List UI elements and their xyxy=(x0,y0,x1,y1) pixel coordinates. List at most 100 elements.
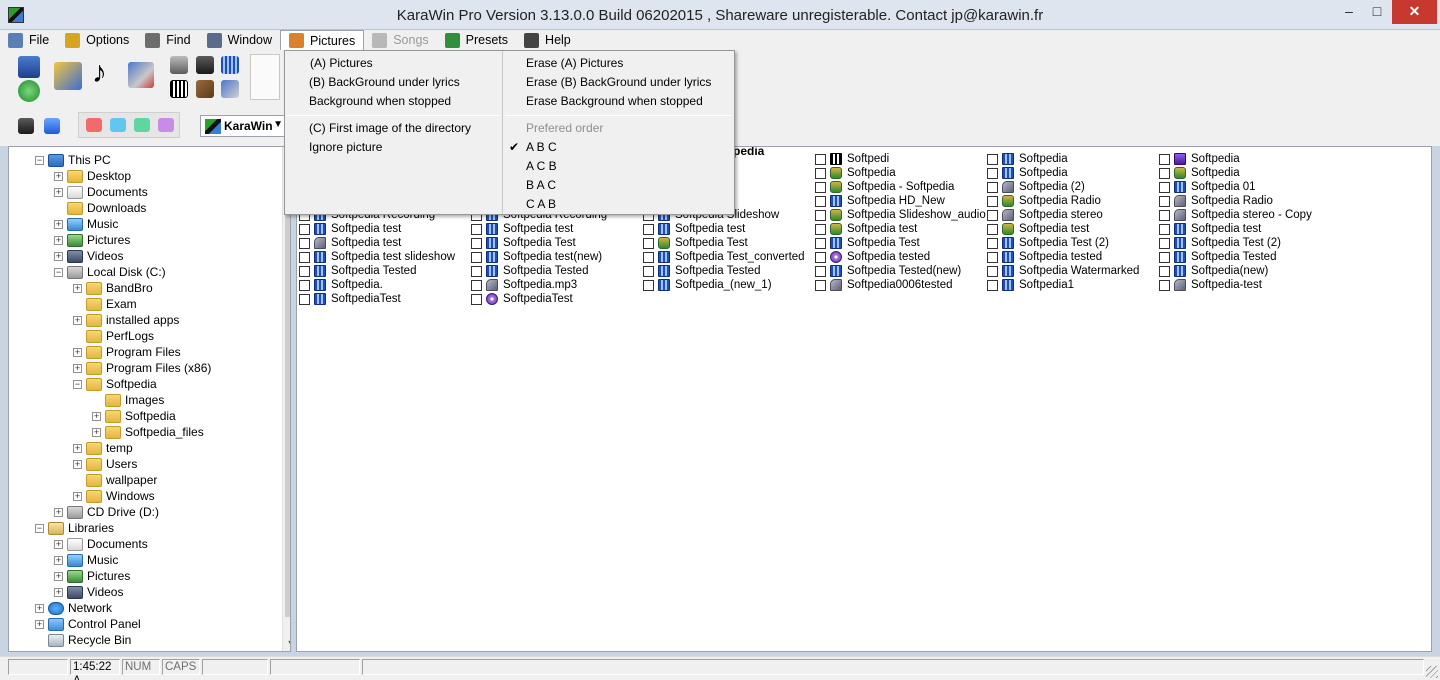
song-checkbox[interactable] xyxy=(643,279,654,291)
song-item[interactable]: Softpedia xyxy=(987,152,1068,166)
song-checkbox[interactable] xyxy=(1159,251,1170,263)
tree-item[interactable]: + Network xyxy=(35,600,112,616)
expand-icon[interactable]: + xyxy=(73,363,82,373)
song-item[interactable]: Softpedia stereo xyxy=(987,208,1103,222)
menu-pictures[interactable]: Pictures xyxy=(280,30,365,50)
tree-scrollbar[interactable]: ▲ ▼ xyxy=(282,147,290,651)
song-item[interactable]: Softpedia Slideshow_audio xyxy=(815,208,986,222)
song-item[interactable]: Softpedia test xyxy=(299,222,401,236)
song-checkbox[interactable] xyxy=(643,223,654,235)
song-item[interactable]: Softpedia Watermarked xyxy=(987,264,1139,278)
song-item[interactable]: Softpedia Tested xyxy=(1159,250,1276,264)
music-note-icon[interactable]: ♪ xyxy=(92,58,114,90)
tree-item[interactable]: + temp xyxy=(73,440,133,456)
song-checkbox[interactable] xyxy=(643,251,654,263)
close-button[interactable]: ✕ xyxy=(1392,0,1437,24)
menu-options[interactable]: Options xyxy=(57,30,137,50)
tools-icon[interactable] xyxy=(128,62,154,88)
tree-item[interactable]: − Softpedia xyxy=(73,376,157,392)
song-item[interactable]: Softpedia test xyxy=(643,222,745,236)
scissors-icon[interactable] xyxy=(196,56,214,74)
song-checkbox[interactable] xyxy=(815,181,826,193)
expand-icon[interactable]: + xyxy=(54,219,63,229)
expand-icon[interactable]: + xyxy=(54,555,63,565)
expand-icon[interactable]: + xyxy=(73,347,82,357)
song-item[interactable]: Softpedia test slideshow xyxy=(299,250,455,264)
song-item[interactable]: Softpedia xyxy=(987,166,1068,180)
tree-item[interactable]: + Program Files (x86) xyxy=(73,360,211,376)
expand-icon[interactable]: + xyxy=(54,587,63,597)
tree-item[interactable]: + Pictures xyxy=(54,568,130,584)
song-checkbox[interactable] xyxy=(299,237,310,249)
tree-item[interactable]: + Control Panel xyxy=(35,616,141,632)
minimize-button[interactable]: – xyxy=(1335,0,1363,24)
song-checkbox[interactable] xyxy=(643,237,654,249)
pictures-menu-item[interactable]: (B) BackGround under lyrics xyxy=(309,73,460,92)
song-item[interactable]: Softpedia0006tested xyxy=(815,278,953,292)
tree-item[interactable]: Recycle Bin xyxy=(35,632,131,648)
tree-item[interactable]: + BandBro xyxy=(73,280,153,296)
song-item[interactable]: Softpedia Tested xyxy=(299,264,416,278)
refresh-icon[interactable] xyxy=(18,80,40,102)
song-item[interactable]: Softpedia test xyxy=(815,222,917,236)
song-checkbox[interactable] xyxy=(987,167,998,179)
song-item[interactable]: Softpedia xyxy=(1159,166,1240,180)
tree-item[interactable]: + Users xyxy=(73,456,137,472)
song-item[interactable]: SoftpediaTest xyxy=(471,292,573,306)
song-checkbox[interactable] xyxy=(1159,167,1170,179)
expand-icon[interactable]: + xyxy=(54,571,63,581)
tree-item[interactable]: Exam xyxy=(73,296,137,312)
song-checkbox[interactable] xyxy=(1159,195,1170,207)
song-checkbox[interactable] xyxy=(987,195,998,207)
tree-item[interactable]: + Desktop xyxy=(54,168,131,184)
song-item[interactable]: Softpedia Test xyxy=(815,236,920,250)
song-item[interactable]: Softpedia tested xyxy=(815,250,930,264)
song-item[interactable]: Softpedia.mp3 xyxy=(471,278,577,292)
pictures-menu-item[interactable]: C A B xyxy=(526,195,556,214)
song-checkbox[interactable] xyxy=(815,279,826,291)
song-item[interactable]: Softpedia Test xyxy=(471,236,576,250)
song-checkbox[interactable] xyxy=(987,251,998,263)
song-checkbox[interactable] xyxy=(1159,153,1170,165)
pictures-menu-item[interactable]: Erase Background when stopped xyxy=(526,92,703,111)
song-item[interactable]: Softpedia_(new_1) xyxy=(643,278,772,292)
pictures-menu-item[interactable]: A C B xyxy=(526,157,557,176)
folder-tree[interactable]: Recycle Bin + Control Panel + Network + Videos… xyxy=(8,146,291,652)
song-checkbox[interactable] xyxy=(299,293,310,305)
collapse-icon[interactable]: − xyxy=(54,267,63,277)
song-checkbox[interactable] xyxy=(815,251,826,263)
song-item[interactable]: Softpedia HD_New xyxy=(815,194,945,208)
pictures-menu-item[interactable]: Ignore picture xyxy=(309,138,382,157)
tree-item[interactable]: Downloads xyxy=(54,200,146,216)
expand-icon[interactable]: + xyxy=(73,315,82,325)
calendar-icon[interactable] xyxy=(44,118,60,134)
song-item[interactable]: Softpedia xyxy=(815,166,896,180)
song-item[interactable]: Softpedia. xyxy=(299,278,383,292)
song-item[interactable]: Softpedia Tested xyxy=(643,264,760,278)
scrollbar-thumb[interactable] xyxy=(285,167,290,617)
song-checkbox[interactable] xyxy=(299,265,310,277)
tree-item[interactable]: + Windows xyxy=(73,488,155,504)
karaoke-engine-select[interactable]: KaraWin ▼ xyxy=(200,115,286,137)
song-item[interactable]: Softpedia stereo - Copy xyxy=(1159,208,1312,222)
tree-item[interactable]: PerfLogs xyxy=(73,328,154,344)
song-checkbox[interactable] xyxy=(815,195,826,207)
pictures-menu-item[interactable]: ✔ A B C xyxy=(509,138,557,157)
pictures-menu-item[interactable]: Background when stopped xyxy=(309,92,451,111)
expand-icon[interactable]: + xyxy=(54,187,63,197)
menu-window[interactable]: Window xyxy=(199,30,280,50)
pictures-menu-item[interactable]: (C) First image of the directory xyxy=(309,119,471,138)
settings-tool-icon[interactable] xyxy=(221,80,239,98)
expand-icon[interactable]: + xyxy=(73,491,82,501)
tree-item[interactable]: + Documents xyxy=(54,184,148,200)
piano-icon[interactable] xyxy=(170,80,188,98)
scroll-down-icon[interactable]: ▼ xyxy=(283,635,290,651)
tree-item[interactable]: + Softpedia xyxy=(92,408,176,424)
song-item[interactable]: Softpedia Test (2) xyxy=(1159,236,1281,250)
song-checkbox[interactable] xyxy=(987,209,998,221)
song-item[interactable]: Softpedia Test xyxy=(643,236,748,250)
purple-folder-icon[interactable] xyxy=(158,118,174,132)
tree-item[interactable]: + Music xyxy=(54,216,118,232)
song-checkbox[interactable] xyxy=(987,181,998,193)
song-checkbox[interactable] xyxy=(471,223,482,235)
